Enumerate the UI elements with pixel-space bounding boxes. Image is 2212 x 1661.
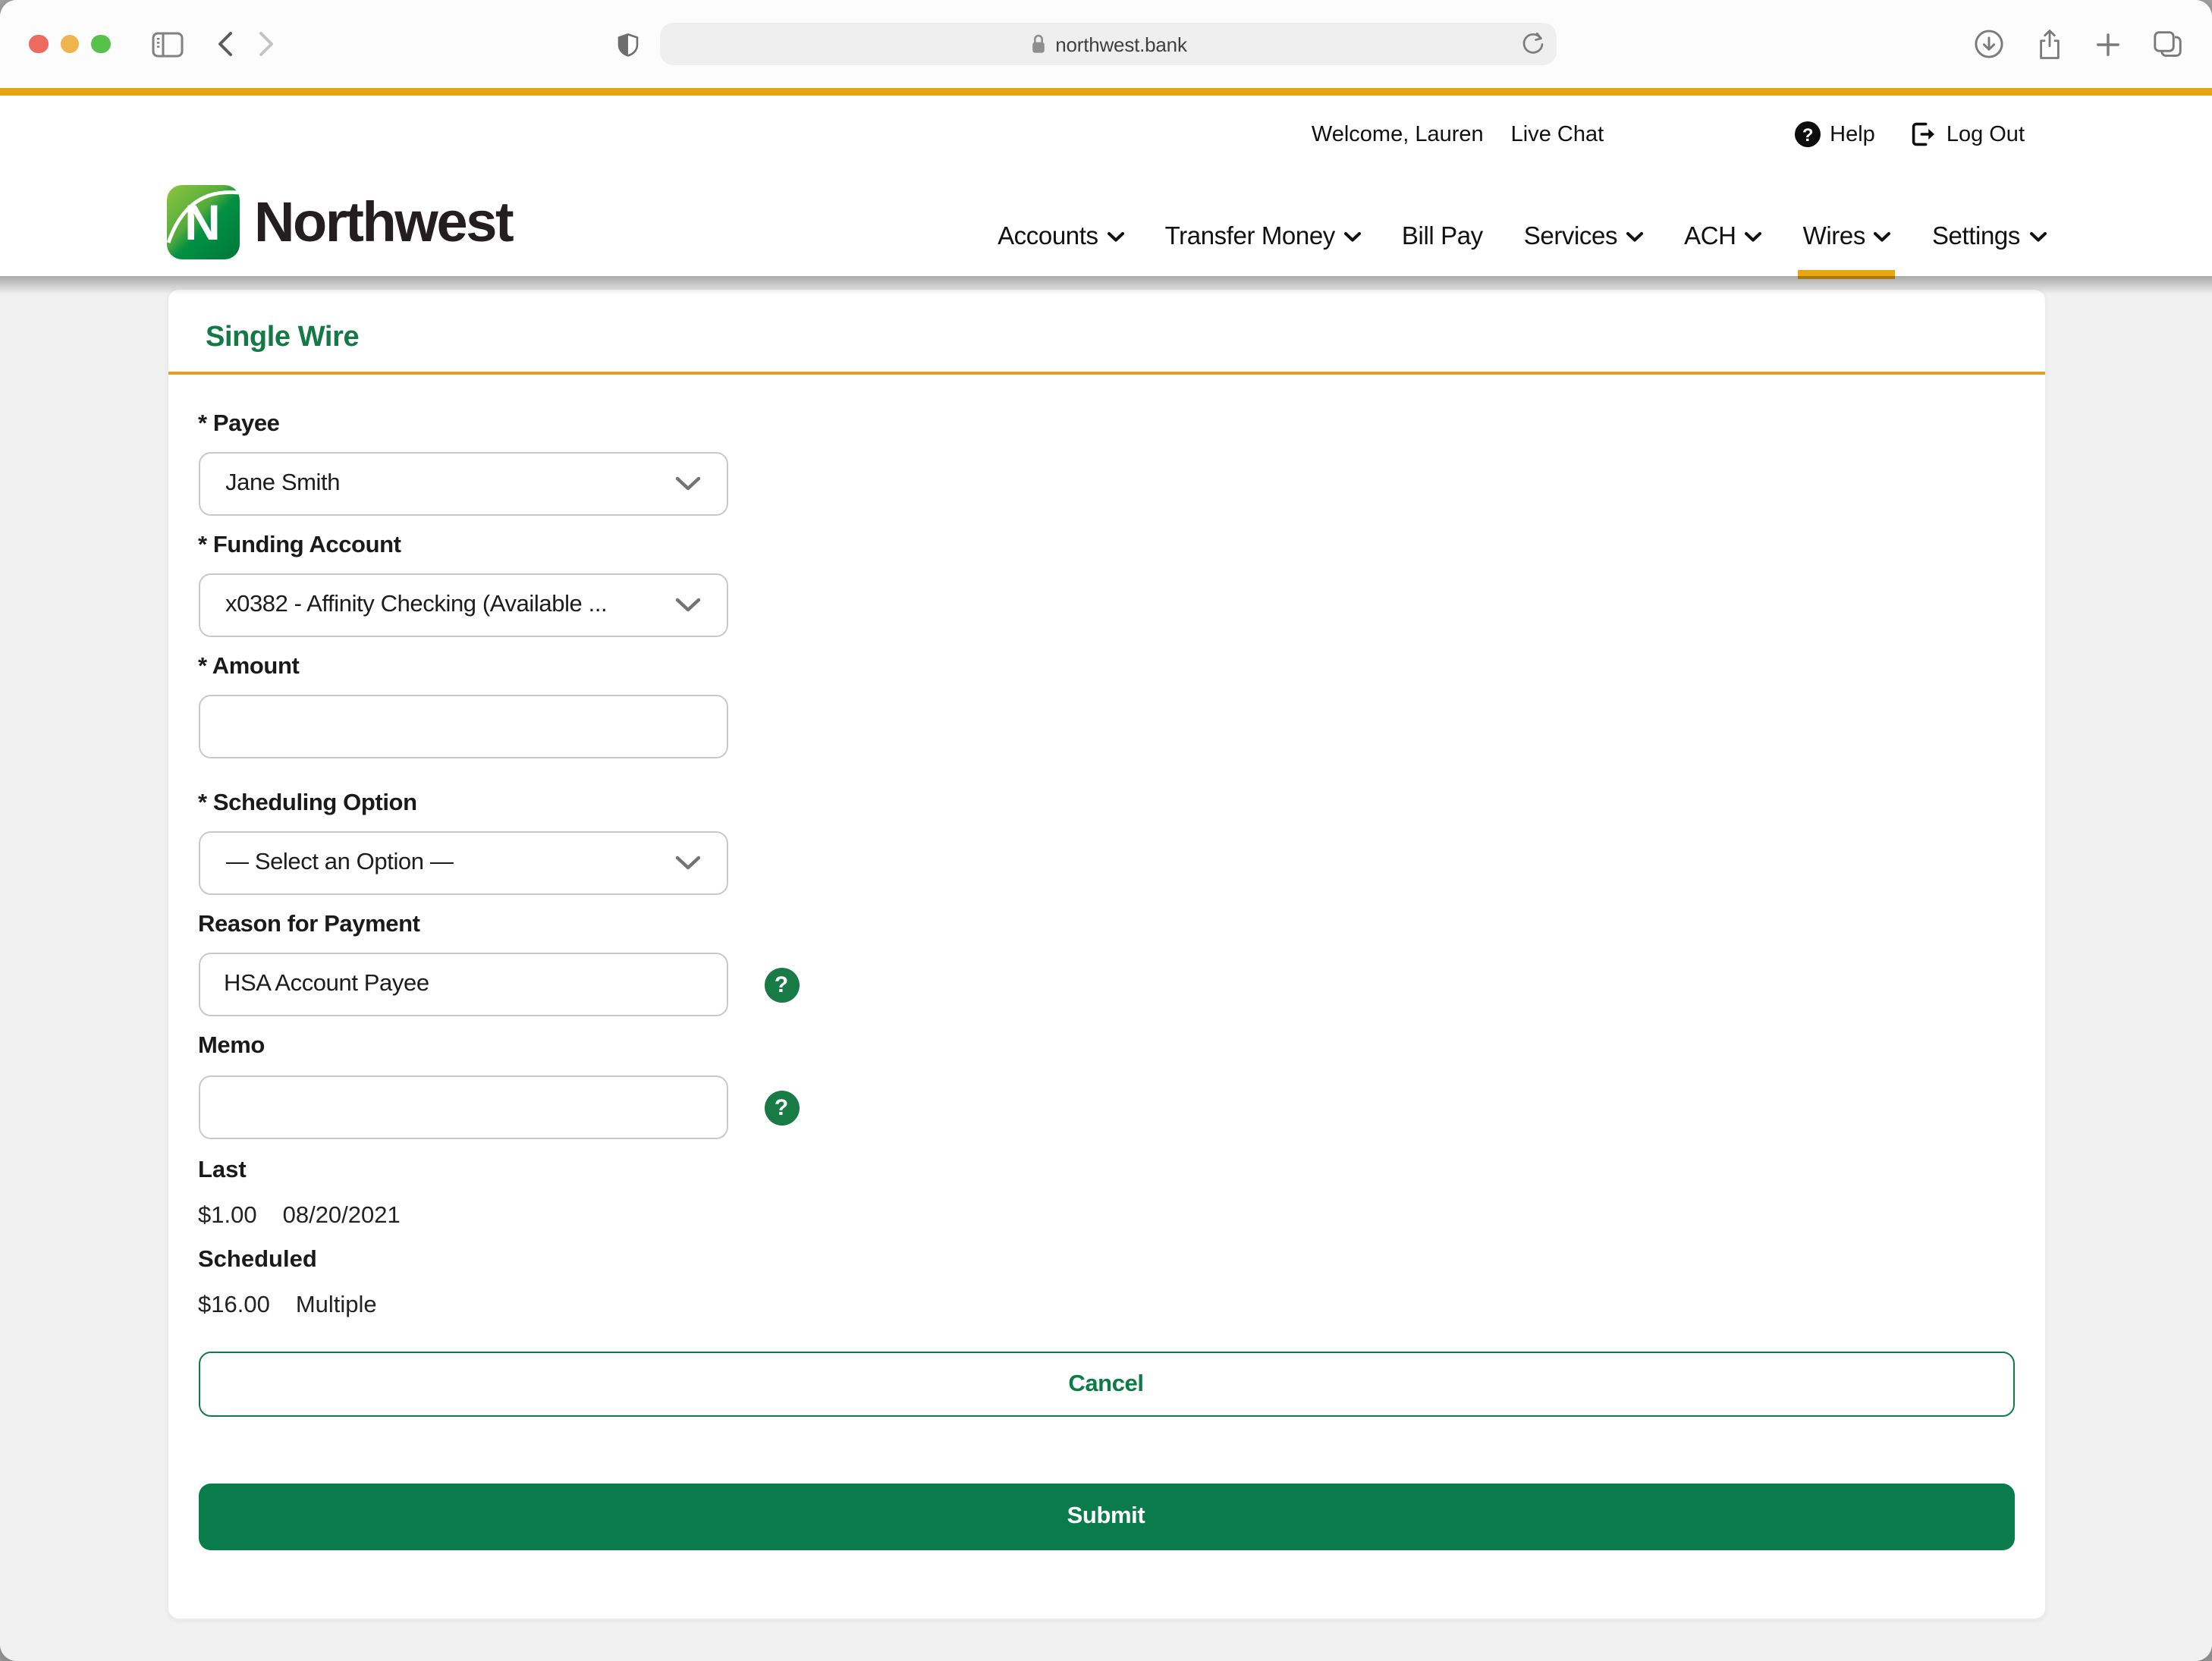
chevron-down-icon [1874, 232, 1891, 243]
scheduled-label: Scheduled [198, 1245, 2014, 1274]
chevron-down-icon [674, 856, 700, 871]
reason-input[interactable] [198, 953, 727, 1016]
page-background: Single Wire * Payee Jane Smith * Funding… [0, 276, 2212, 1661]
nav-item-bill-pay[interactable]: Bill Pay [1402, 223, 1483, 252]
card-header: Single Wire [168, 290, 2044, 375]
shield-icon [616, 30, 640, 58]
nav-label: Services [1524, 223, 1617, 252]
minimize-window-button[interactable] [60, 35, 79, 54]
nav-label: Settings [1932, 223, 2020, 252]
chevron-down-icon [2029, 232, 2046, 243]
nav-label: Accounts [998, 223, 1098, 252]
amount-label: * Amount [198, 652, 2014, 681]
submit-button[interactable]: Submit [198, 1484, 2014, 1550]
amount-input[interactable] [198, 695, 727, 758]
logout-link[interactable]: Log Out [1910, 121, 2025, 147]
share-icon [2036, 28, 2063, 60]
chevron-down-icon [1344, 232, 1361, 243]
downloads-button[interactable] [1974, 29, 2004, 59]
payee-select[interactable]: Jane Smith [198, 452, 727, 516]
scheduling-option-value: — Select an Option — [225, 849, 453, 877]
nav-item-settings[interactable]: Settings [1932, 223, 2046, 252]
privacy-shield-button[interactable] [616, 30, 640, 58]
tab-overview-button[interactable] [2153, 30, 2183, 58]
chevron-down-icon [674, 598, 700, 613]
nav-label: Wires [1803, 223, 1865, 252]
traffic-lights [29, 35, 110, 54]
chevron-right-icon [257, 30, 274, 58]
refresh-icon [1522, 30, 1544, 56]
new-tab-button[interactable] [2095, 31, 2121, 57]
address-bar[interactable]: northwest.bank [660, 23, 1557, 65]
nav-item-wires[interactable]: Wires [1803, 223, 1891, 252]
last-row: $1.00 08/20/2021 [198, 1201, 2014, 1230]
chevron-down-icon [1745, 232, 1762, 243]
utility-nav: Welcome, Lauren Live Chat ? Help [1312, 121, 2025, 147]
chevron-down-icon [674, 476, 700, 491]
help-link[interactable]: ? Help [1795, 121, 1875, 147]
chevron-left-icon [216, 30, 233, 58]
logout-icon [1910, 121, 1937, 147]
funding-account-label: * Funding Account [198, 531, 2014, 560]
payee-value: Jane Smith [225, 470, 340, 498]
scheduling-option-label: * Scheduling Option [198, 789, 2014, 818]
help-label: Help [1830, 122, 1875, 146]
logo-monogram: N [184, 197, 221, 247]
gold-rule [168, 372, 2044, 375]
single-wire-form: * Payee Jane Smith * Funding Account x03… [168, 410, 2044, 1619]
nav-label: ACH [1684, 223, 1736, 252]
site-header: N Northwest Welcome, Lauren Live Chat ? … [0, 96, 2212, 276]
browser-chrome: northwest.bank [0, 0, 2212, 88]
close-window-button[interactable] [29, 35, 48, 54]
chevron-down-icon [1108, 232, 1124, 243]
browser-window: northwest.bank [0, 0, 2212, 1661]
payee-label: * Payee [198, 410, 2014, 438]
zoom-window-button[interactable] [91, 35, 110, 54]
last-label: Last [198, 1156, 2014, 1185]
last-amount: $1.00 [198, 1201, 257, 1230]
sidebar-icon [151, 31, 183, 57]
welcome-text: Welcome, Lauren [1312, 122, 1484, 146]
page-title: Single Wire [206, 322, 2006, 355]
lock-icon [1029, 33, 1046, 55]
reason-label: Reason for Payment [198, 910, 2014, 939]
last-date: 08/20/2021 [283, 1201, 401, 1230]
brand-logo[interactable]: N Northwest [166, 185, 512, 259]
memo-label: Memo [198, 1031, 2014, 1060]
brand-name: Northwest [254, 190, 512, 254]
help-icon: ? [1795, 121, 1821, 147]
single-wire-card: Single Wire * Payee Jane Smith * Funding… [166, 288, 2046, 1620]
funding-account-value: x0382 - Affinity Checking (Available ... [225, 592, 607, 619]
scheduling-option-select[interactable]: — Select an Option — [198, 831, 727, 895]
chevron-down-icon [1626, 232, 1643, 243]
plus-icon [2095, 31, 2121, 57]
scheduled-amount: $16.00 [198, 1291, 270, 1320]
refresh-button[interactable] [1522, 30, 1544, 56]
brand-accent-bar [0, 88, 2212, 96]
nav-item-accounts[interactable]: Accounts [998, 223, 1124, 252]
reason-help-icon[interactable]: ? [764, 967, 799, 1002]
share-button[interactable] [2036, 28, 2063, 60]
logo-mark: N [166, 185, 239, 259]
main-nav: Accounts Transfer Money Bill Pay Service… [998, 223, 2046, 252]
live-chat-link[interactable]: Live Chat [1511, 122, 1604, 146]
nav-label: Bill Pay [1402, 223, 1483, 252]
funding-account-select[interactable]: x0382 - Affinity Checking (Available ... [198, 573, 727, 637]
nav-label: Transfer Money [1165, 223, 1335, 252]
memo-input[interactable] [198, 1075, 727, 1139]
nav-item-services[interactable]: Services [1524, 223, 1643, 252]
url-text: northwest.bank [1055, 33, 1187, 55]
download-icon [1974, 29, 2004, 59]
nav-item-transfer-money[interactable]: Transfer Money [1165, 223, 1361, 252]
scheduled-value: Multiple [296, 1291, 377, 1320]
cancel-button[interactable]: Cancel [198, 1352, 2014, 1417]
scheduled-row: $16.00 Multiple [198, 1291, 2014, 1320]
nav-item-ach[interactable]: ACH [1684, 223, 1762, 252]
tabs-icon [2153, 30, 2183, 58]
memo-help-icon[interactable]: ? [764, 1090, 799, 1125]
forward-button[interactable] [257, 30, 274, 58]
sidebar-toggle-button[interactable] [151, 31, 183, 57]
back-button[interactable] [216, 30, 233, 58]
logout-label: Log Out [1946, 122, 2025, 146]
